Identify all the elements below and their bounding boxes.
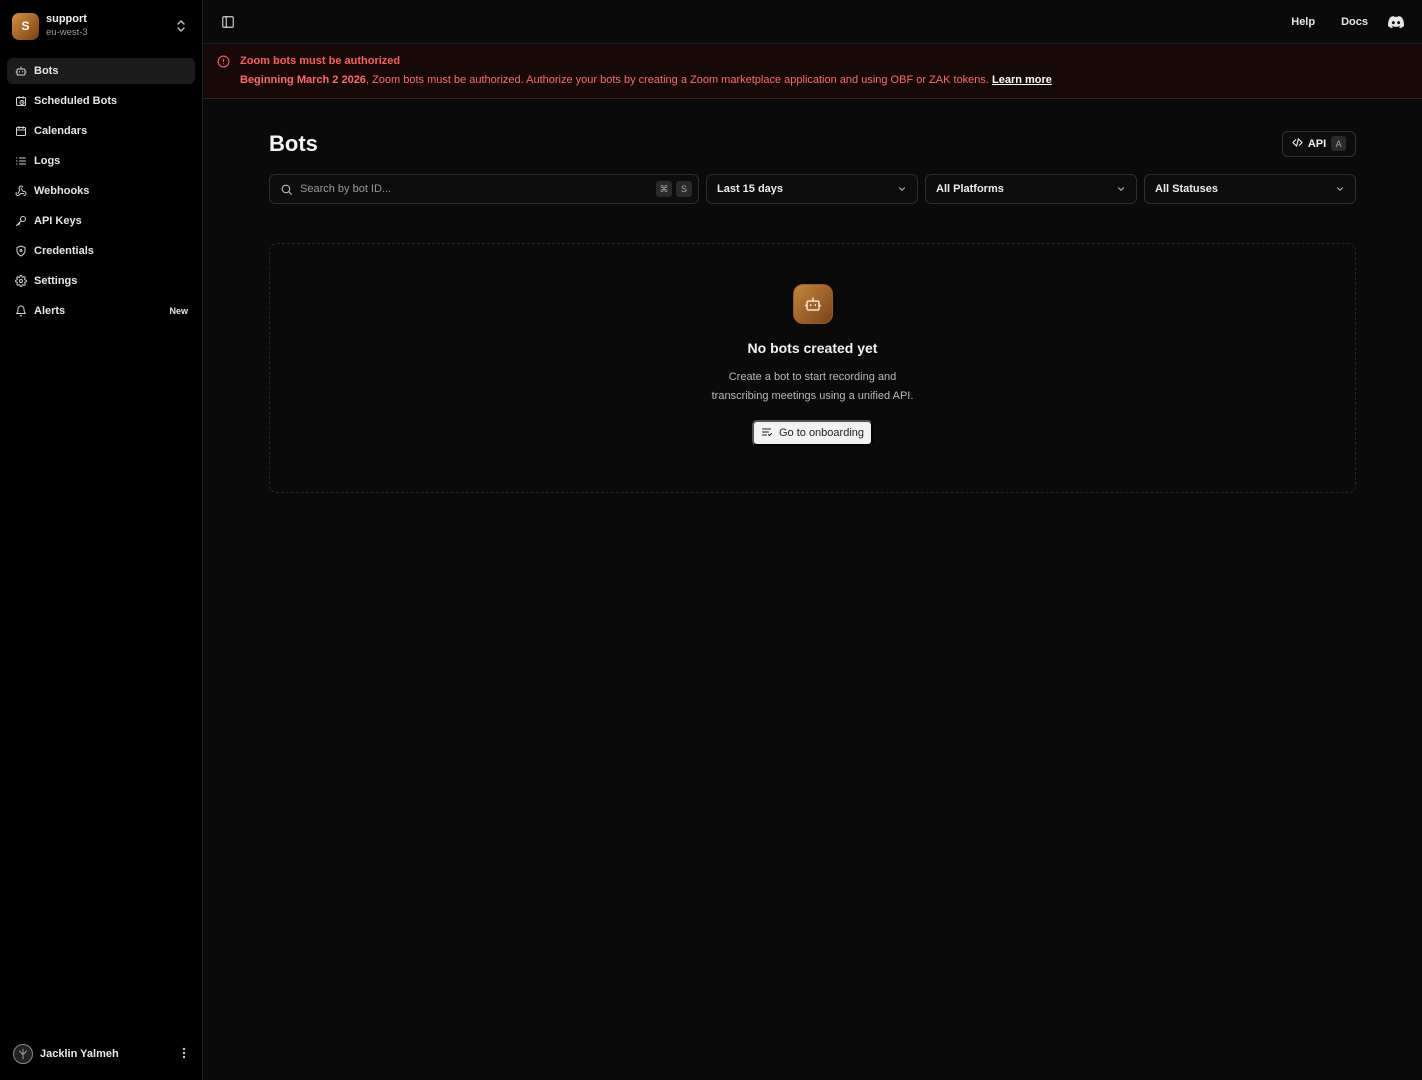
app-root: S support eu-west-3 Bots Scheduled Bots <box>0 0 1422 1080</box>
bot-icon <box>792 284 833 324</box>
date-range-select[interactable]: Last 15 days <box>706 174 918 204</box>
search-shortcut-mod: ⌘ <box>656 181 672 197</box>
org-text: support eu-west-3 <box>46 13 176 39</box>
org-avatar: S <box>12 12 39 40</box>
alert-body: Zoom bots must be authorized Beginning M… <box>240 55 1052 98</box>
chevron-up-down-icon[interactable] <box>176 19 190 33</box>
new-badge: New <box>169 306 188 316</box>
sidebar-item-label: Bots <box>34 65 59 77</box>
org-region: eu-west-3 <box>46 27 88 38</box>
empty-title: No bots created yet <box>747 340 878 356</box>
search-box[interactable]: ⌘ S <box>269 174 699 204</box>
sidebar-item-api-keys[interactable]: API Keys <box>7 208 195 234</box>
sidebar-item-label: Calendars <box>34 125 88 137</box>
bot-icon <box>14 65 27 78</box>
alert-date: Beginning March 2 2026 <box>240 74 366 86</box>
page-title: Bots <box>269 130 318 156</box>
org-name: support <box>46 13 87 25</box>
status-value: All Statuses <box>1155 183 1218 195</box>
sidebar-item-logs[interactable]: Logs <box>7 148 195 174</box>
list-checks-icon <box>761 426 773 441</box>
user-name: Jacklin Yalmeh <box>40 1048 119 1060</box>
sidebar-item-label: Scheduled Bots <box>34 95 118 107</box>
sidebar: S support eu-west-3 Bots Scheduled Bots <box>0 0 203 1080</box>
page-header: Bots API A <box>269 130 1356 157</box>
key-icon <box>14 215 27 228</box>
topbar: Help Docs <box>203 0 1422 44</box>
chevron-down-icon <box>1335 184 1345 194</box>
list-icon <box>14 155 27 168</box>
main-area: Help Docs Zoom bots must be authorized B… <box>203 0 1422 1080</box>
help-link[interactable]: Help <box>1291 16 1315 28</box>
alert-circle-icon <box>217 55 230 68</box>
sidebar-item-alerts[interactable]: Alerts New <box>7 298 195 324</box>
status-select[interactable]: All Statuses <box>1144 174 1356 204</box>
sidebar-nav: Bots Scheduled Bots Calendars Logs Webho… <box>0 52 202 328</box>
more-vertical-icon[interactable] <box>179 1047 189 1062</box>
code-icon <box>1292 137 1303 151</box>
sidebar-item-label: Settings <box>34 275 78 287</box>
platform-value: All Platforms <box>936 183 1004 195</box>
sidebar-toggle-icon[interactable] <box>221 15 235 29</box>
avatar <box>13 1044 33 1064</box>
scheduled-bot-icon <box>14 95 27 108</box>
date-range-value: Last 15 days <box>717 183 784 195</box>
chevron-down-icon <box>897 184 907 194</box>
api-shortcut: A <box>1331 136 1347 151</box>
api-button[interactable]: API A <box>1282 130 1356 157</box>
search-icon <box>280 183 293 196</box>
sidebar-item-label: API Keys <box>34 215 82 227</box>
search-input[interactable] <box>300 183 652 195</box>
search-shortcut-key: S <box>676 181 692 197</box>
discord-icon[interactable] <box>1387 15 1405 29</box>
user-profile[interactable]: Jacklin Yalmeh <box>13 1042 189 1066</box>
org-switcher[interactable]: S support eu-west-3 <box>0 0 202 52</box>
sidebar-item-label: Alerts <box>34 305 66 317</box>
zoom-auth-alert: Zoom bots must be authorized Beginning M… <box>203 44 1422 99</box>
sidebar-item-label: Logs <box>34 155 61 167</box>
alert-message: , Zoom bots must be authorized. Authoriz… <box>365 74 989 86</box>
bots-page: Bots API A ⌘ S <box>203 99 1422 493</box>
api-button-label: API <box>1307 137 1327 150</box>
sidebar-item-credentials[interactable]: Credentials <box>7 238 195 264</box>
sidebar-item-scheduled-bots[interactable]: Scheduled Bots <box>7 88 195 114</box>
sidebar-item-settings[interactable]: Settings <box>7 268 195 294</box>
sidebar-item-webhooks[interactable]: Webhooks <box>7 178 195 204</box>
gear-icon <box>14 275 27 288</box>
docs-link[interactable]: Docs <box>1341 16 1368 28</box>
sidebar-item-label: Webhooks <box>34 185 90 197</box>
sidebar-item-bots[interactable]: Bots <box>7 58 195 84</box>
empty-description: Create a bot to start recording and tran… <box>711 371 914 402</box>
chevron-down-icon <box>1116 184 1126 194</box>
sidebar-item-label: Credentials <box>34 245 94 257</box>
learn-more-link[interactable]: Learn more <box>992 74 1052 86</box>
bell-icon <box>14 305 27 318</box>
filters-bar: ⌘ S Last 15 days All Platforms All S <box>269 174 1356 204</box>
empty-state: No bots created yet Create a bot to star… <box>269 243 1356 493</box>
shield-icon <box>14 245 27 258</box>
platform-select[interactable]: All Platforms <box>925 174 1137 204</box>
webhook-icon <box>14 185 27 198</box>
go-to-onboarding-button[interactable]: Go to onboarding <box>752 420 873 446</box>
calendar-icon <box>14 125 27 138</box>
onboarding-button-label: Go to onboarding <box>778 427 864 439</box>
alert-title: Zoom bots must be authorized <box>240 55 401 67</box>
sidebar-item-calendars[interactable]: Calendars <box>7 118 195 144</box>
alert-text: Beginning March 2 2026, Zoom bots must b… <box>240 74 1052 87</box>
